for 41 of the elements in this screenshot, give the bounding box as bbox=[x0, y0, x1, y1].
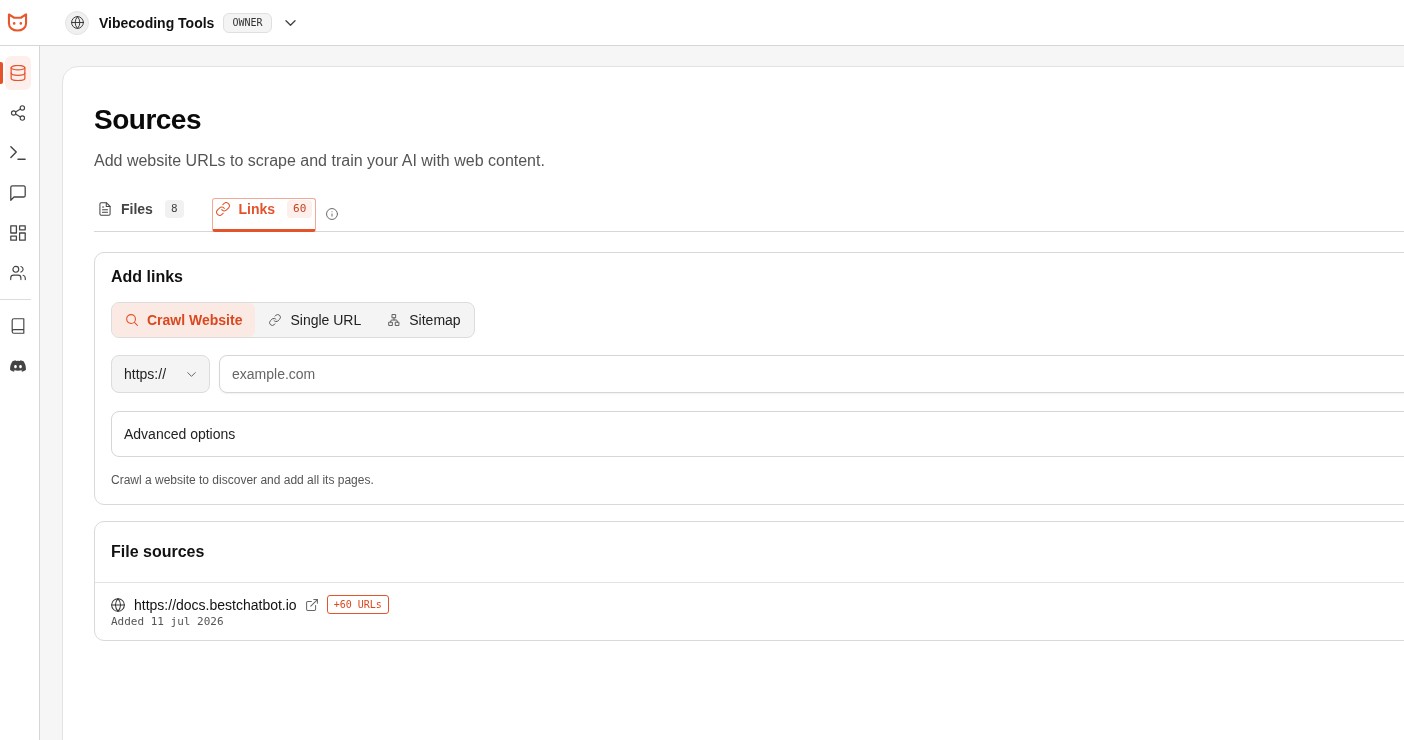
link-icon bbox=[215, 202, 230, 216]
url-count-badge: +60 URLs bbox=[326, 595, 389, 614]
game-controller-icon bbox=[10, 358, 26, 374]
count-badge: 60 bbox=[287, 200, 313, 218]
mode-option[interactable]: Single URL bbox=[255, 303, 375, 337]
role-badge: OWNER bbox=[223, 12, 272, 33]
file-icon bbox=[98, 202, 112, 216]
book-icon bbox=[10, 318, 26, 334]
advanced-options-button[interactable]: Advanced options bbox=[111, 411, 1404, 457]
globe-icon bbox=[111, 597, 125, 612]
card-title: Add links bbox=[111, 267, 183, 287]
globe-icon bbox=[65, 10, 89, 35]
link-icon bbox=[269, 314, 282, 326]
url-field[interactable]: example.com bbox=[219, 355, 1404, 393]
users-icon bbox=[10, 265, 26, 281]
chat-bubble-icon bbox=[10, 185, 26, 201]
share-nodes-icon bbox=[10, 105, 26, 121]
protocol-select[interactable]: https:// bbox=[111, 355, 210, 393]
page-title: Sources bbox=[94, 103, 201, 137]
mode-option[interactable]: Sitemap bbox=[374, 303, 474, 337]
card-title: File sources bbox=[111, 542, 205, 562]
dashboard-grid-icon bbox=[10, 225, 26, 241]
tab[interactable]: Files 8 bbox=[94, 198, 188, 232]
hint-text: Crawl a website to discover and add all its pages. bbox=[111, 472, 374, 488]
mode-option[interactable]: Crawl Website bbox=[112, 303, 256, 337]
count-badge: 8 bbox=[164, 200, 184, 218]
search-icon bbox=[126, 314, 138, 326]
chevron-down-icon[interactable] bbox=[284, 19, 296, 26]
sitemap-icon bbox=[388, 314, 401, 326]
workspace-name: Vibecoding Tools bbox=[99, 14, 215, 31]
database-icon bbox=[10, 65, 26, 81]
source-url: https://docs.bestchatbot.io bbox=[134, 595, 297, 614]
added-date: Added 11 jul 2026 bbox=[111, 615, 224, 629]
cat-logo-icon[interactable] bbox=[7, 13, 28, 32]
active-indicator bbox=[0, 62, 3, 84]
chevron-down-icon bbox=[187, 371, 196, 377]
page-subtitle: Add website URLs to scrape and train your AI with web content. bbox=[94, 151, 545, 171]
terminal-icon bbox=[10, 145, 26, 161]
info-icon[interactable] bbox=[326, 208, 339, 220]
tab[interactable]: Links 60 bbox=[211, 198, 317, 232]
external-link-icon[interactable] bbox=[305, 598, 318, 611]
